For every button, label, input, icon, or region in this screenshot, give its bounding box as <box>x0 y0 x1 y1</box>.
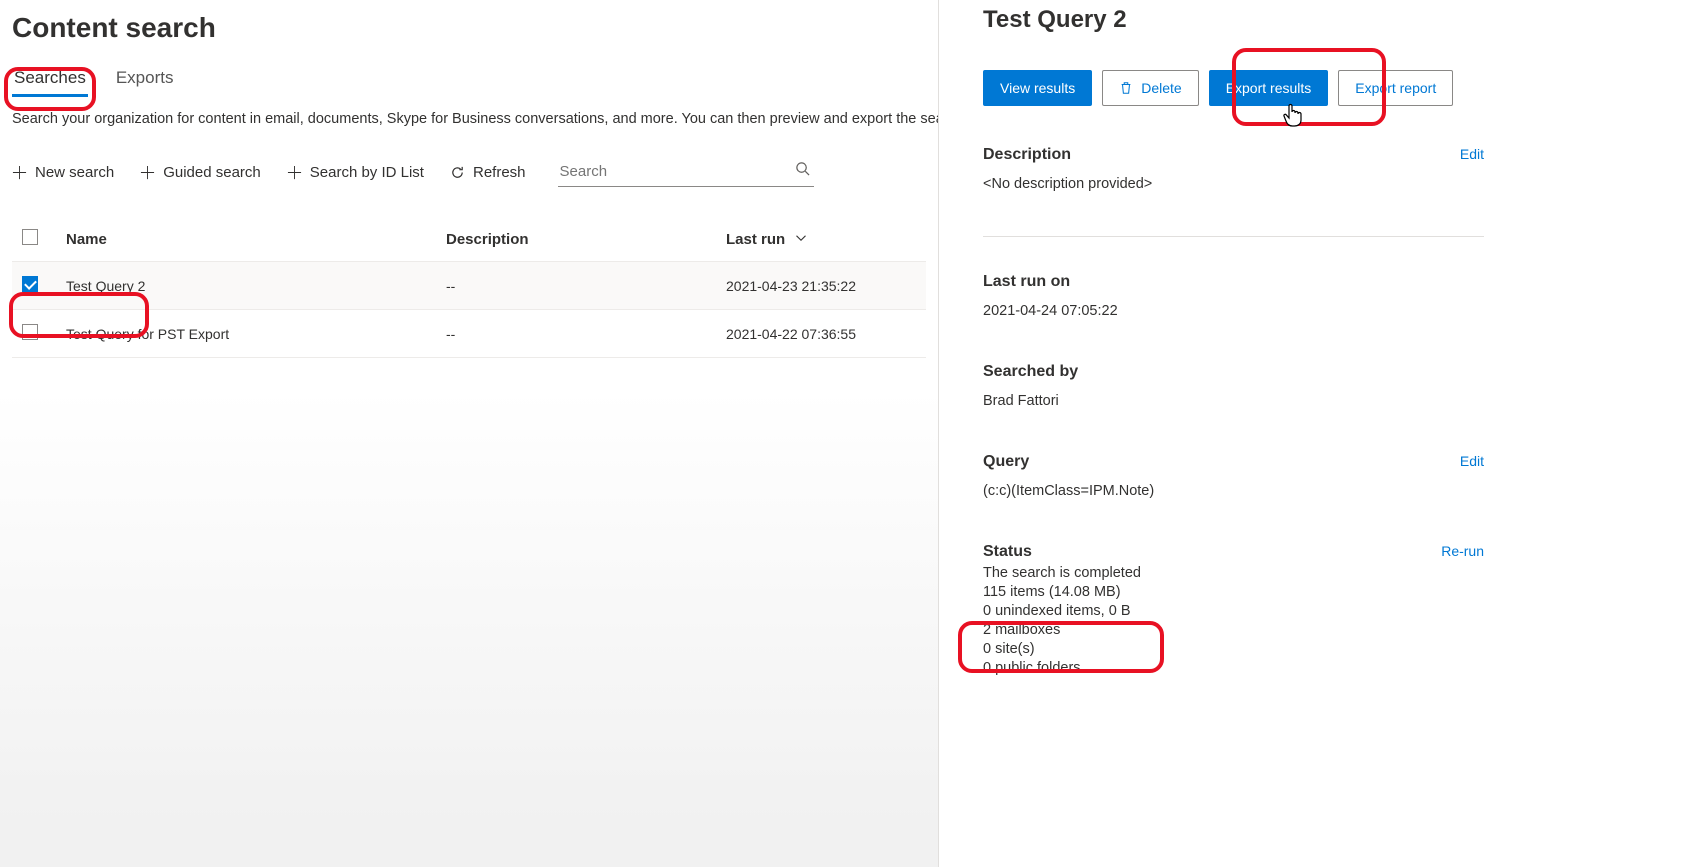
delete-label: Delete <box>1141 80 1181 96</box>
toolbar: New search Guided search Search by ID Li… <box>12 153 926 207</box>
guided-search-label: Guided search <box>163 164 261 181</box>
results-table: Name Description Last run Test Query 2 -… <box>12 217 926 358</box>
tab-searches[interactable]: Searches <box>12 62 88 98</box>
status-line: 0 unindexed items, 0 B <box>983 603 1484 619</box>
search-by-id-label: Search by ID List <box>310 164 424 181</box>
rerun-link[interactable]: Re-run <box>1441 543 1484 559</box>
refresh-icon <box>450 165 465 180</box>
page-description: Search your organization for content in … <box>12 111 926 127</box>
view-results-button[interactable]: View results <box>983 70 1092 106</box>
guided-search-button[interactable]: Guided search <box>140 164 261 181</box>
column-last-run-label: Last run <box>726 231 785 248</box>
refresh-label: Refresh <box>473 164 526 181</box>
description-heading: Description <box>983 146 1071 164</box>
row-name: Test Query 2 <box>56 262 436 310</box>
search-input[interactable] <box>558 157 814 186</box>
status-line: 2 mailboxes <box>983 622 1484 638</box>
status-line: 115 items (14.08 MB) <box>983 584 1484 600</box>
last-run-value: 2021-04-24 07:05:22 <box>983 303 1484 319</box>
row-checkbox[interactable] <box>22 324 38 340</box>
section-query: Query Edit (c:c)(ItemClass=IPM.Note) <box>983 453 1484 499</box>
row-last-run: 2021-04-22 07:36:55 <box>716 310 926 358</box>
select-all-checkbox[interactable] <box>22 229 38 245</box>
tab-strip: Searches Exports <box>12 62 926 99</box>
divider <box>983 236 1484 237</box>
section-last-run: Last run on 2021-04-24 07:05:22 <box>983 273 1484 319</box>
details-panel: Test Query 2 View results Delete Export … <box>938 0 1528 867</box>
edit-description-link[interactable]: Edit <box>1460 146 1484 162</box>
search-icon <box>795 161 810 179</box>
tab-exports[interactable]: Exports <box>114 62 176 98</box>
status-heading: Status <box>983 543 1032 561</box>
status-line: The search is completed <box>983 565 1484 581</box>
delete-button[interactable]: Delete <box>1102 70 1198 106</box>
section-status: Status Re-run The search is completed 11… <box>983 543 1484 676</box>
status-lines: The search is completed 115 items (14.08… <box>983 565 1484 676</box>
row-checkbox[interactable] <box>22 276 38 292</box>
search-box <box>558 157 814 187</box>
column-last-run[interactable]: Last run <box>716 217 926 262</box>
query-heading: Query <box>983 453 1029 471</box>
row-description: -- <box>436 310 716 358</box>
page-title: Content search <box>12 0 926 62</box>
row-description: -- <box>436 262 716 310</box>
search-by-id-button[interactable]: Search by ID List <box>287 164 424 181</box>
plus-icon <box>140 165 155 180</box>
column-name[interactable]: Name <box>56 217 436 262</box>
status-line: 0 site(s) <box>983 641 1484 657</box>
row-name: Test Query for PST Export <box>56 310 436 358</box>
new-search-button[interactable]: New search <box>12 164 114 181</box>
export-report-button[interactable]: Export report <box>1338 70 1453 106</box>
refresh-button[interactable]: Refresh <box>450 164 526 181</box>
table-row[interactable]: Test Query for PST Export -- 2021-04-22 … <box>12 310 926 358</box>
plus-icon <box>12 165 27 180</box>
section-searched-by: Searched by Brad Fattori <box>983 363 1484 409</box>
content-search-main: Content search Searches Exports Search y… <box>0 0 938 867</box>
table-row[interactable]: Test Query 2 -- 2021-04-23 21:35:22 <box>12 262 926 310</box>
last-run-heading: Last run on <box>983 273 1484 291</box>
description-value: <No description provided> <box>983 176 1484 192</box>
new-search-label: New search <box>35 164 114 181</box>
row-last-run: 2021-04-23 21:35:22 <box>716 262 926 310</box>
status-line: 0 public folders <box>983 660 1484 676</box>
query-value: (c:c)(ItemClass=IPM.Note) <box>983 483 1484 499</box>
column-description[interactable]: Description <box>436 217 716 262</box>
section-description: Description Edit <No description provide… <box>983 146 1484 192</box>
edit-query-link[interactable]: Edit <box>1460 453 1484 469</box>
chevron-down-icon <box>795 231 807 248</box>
trash-icon <box>1119 81 1133 95</box>
details-actions: View results Delete Export results Expor… <box>983 70 1484 106</box>
export-results-button[interactable]: Export results <box>1209 70 1329 106</box>
plus-icon <box>287 165 302 180</box>
searched-by-value: Brad Fattori <box>983 393 1484 409</box>
details-title: Test Query 2 <box>983 6 1484 34</box>
searched-by-heading: Searched by <box>983 363 1484 381</box>
